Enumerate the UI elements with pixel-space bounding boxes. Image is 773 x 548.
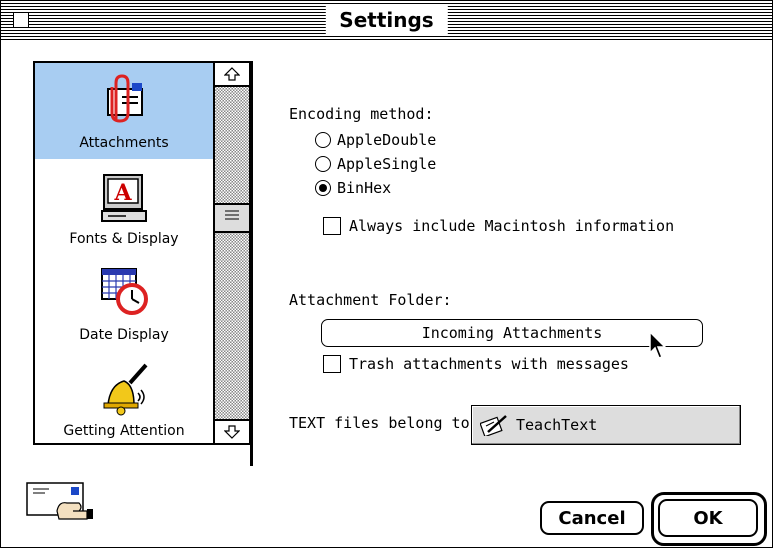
scroll-up-arrow-icon[interactable]: [215, 63, 249, 87]
sidebar-item-label: Date Display: [79, 327, 169, 343]
list-scrollbar[interactable]: [213, 63, 251, 443]
radio-button[interactable]: [315, 132, 331, 148]
checkbox-label: Always include Macintosh information: [349, 217, 675, 235]
settings-category-list: Attachments A Fonts & Display Date Displ…: [33, 61, 251, 445]
sidebar-item-attachments[interactable]: Attachments: [35, 63, 213, 159]
window-title: Settings: [325, 6, 448, 34]
sidebar-item-getting-attention[interactable]: Getting Attention: [35, 351, 213, 443]
settings-window: Settings Attachments A Fonts & Display D…: [0, 0, 773, 548]
attachment-folder-button[interactable]: Incoming Attachments: [321, 319, 703, 347]
checkbox-label: Trash attachments with messages: [349, 355, 629, 373]
calendar-clock-icon: [101, 268, 148, 315]
panel-divider: [250, 61, 253, 466]
radio-label: AppleDouble: [337, 131, 437, 149]
sidebar-item-label: Attachments: [79, 135, 169, 151]
mac-info-checkbox[interactable]: Always include Macintosh information: [323, 217, 674, 235]
app-name-label: TeachText: [516, 416, 598, 434]
text-files-app-button[interactable]: TeachText: [471, 405, 741, 445]
font-display-icon: A: [101, 174, 147, 222]
radio-label: BinHex: [337, 179, 392, 197]
checkbox[interactable]: [323, 217, 341, 235]
scroll-thumb[interactable]: [215, 203, 249, 233]
sidebar-item-label: Fonts & Display: [69, 231, 179, 247]
radio-appledouble[interactable]: AppleDouble: [315, 131, 436, 149]
radio-label: AppleSingle: [337, 155, 437, 173]
attachment-folder-label: Attachment Folder:: [289, 291, 452, 309]
scroll-track[interactable]: [215, 85, 249, 421]
sidebar-item-date-display[interactable]: Date Display: [35, 255, 213, 351]
radio-applesingle[interactable]: AppleSingle: [315, 155, 436, 173]
sidebar-item-fonts-display[interactable]: A Fonts & Display: [35, 159, 213, 255]
text-files-label: TEXT files belong to:: [289, 414, 479, 432]
encoding-method-label: Encoding method:: [289, 105, 434, 123]
trash-attachments-checkbox[interactable]: Trash attachments with messages: [323, 355, 629, 373]
scroll-down-arrow-icon[interactable]: [215, 419, 249, 443]
bell-icon: [103, 363, 148, 416]
mouse-pointer-icon: [649, 330, 671, 365]
svg-text:A: A: [113, 180, 132, 206]
envelope-hand-icon: [25, 481, 97, 525]
title-bar[interactable]: Settings: [1, 1, 772, 40]
radio-button-selected[interactable]: [315, 180, 331, 196]
ok-button[interactable]: OK: [658, 499, 758, 537]
attachment-icon: [107, 74, 143, 123]
radio-binhex[interactable]: BinHex: [315, 179, 391, 197]
close-box[interactable]: [13, 12, 29, 28]
teachtext-app-icon: [480, 415, 507, 436]
radio-button[interactable]: [315, 156, 331, 172]
cancel-button[interactable]: Cancel: [540, 501, 644, 535]
sidebar-item-label: Getting Attention: [63, 423, 185, 439]
checkbox[interactable]: [323, 355, 341, 373]
